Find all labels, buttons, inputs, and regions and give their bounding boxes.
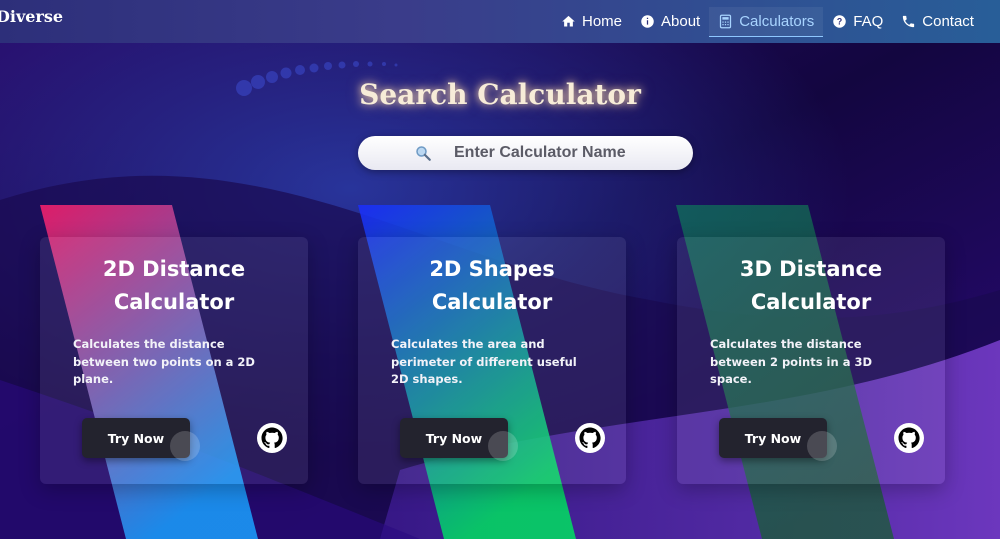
github-link[interactable]	[894, 423, 924, 453]
github-link[interactable]	[575, 423, 605, 453]
phone-icon	[903, 15, 915, 28]
nav-item-contact[interactable]: Contact	[892, 7, 983, 37]
nav-label: Calculators	[739, 12, 815, 30]
github-icon	[261, 427, 283, 449]
github-link[interactable]	[257, 423, 287, 453]
search-icon	[416, 146, 431, 161]
nav-label: Contact	[922, 13, 974, 30]
card-2d-shapes: 2D Shapes Calculator Calculates the area…	[358, 237, 626, 484]
nav-label: About	[661, 13, 701, 30]
try-now-button[interactable]: Try Now	[82, 418, 200, 461]
button-ripple	[807, 431, 837, 461]
info-icon	[641, 15, 654, 28]
nav-menu: Home About Calculators ? FAQ Contact	[552, 0, 983, 43]
nav-item-faq[interactable]: ? FAQ	[823, 7, 892, 37]
card-description: Calculates the distance between two poin…	[73, 337, 255, 386]
try-now-button[interactable]: Try Now	[400, 418, 518, 461]
card-2d-distance: 2D Distance Calculator Calculates the di…	[40, 237, 308, 484]
card-title: 2D Shapes Calculator	[429, 257, 555, 314]
card-description: Calculates the distance between 2 points…	[710, 337, 872, 386]
nav-label: FAQ	[853, 13, 884, 30]
navbar: Diverse Home About Calculators ? FAQ Con…	[0, 0, 1000, 43]
card-title: 3D Distance Calculator	[739, 257, 883, 314]
button-ripple	[488, 431, 518, 461]
question-icon: ?	[833, 15, 846, 28]
nav-item-calculators[interactable]: Calculators	[709, 6, 824, 37]
nav-item-about[interactable]: About	[631, 7, 709, 37]
search-input[interactable]	[454, 136, 674, 170]
nav-label: Home	[582, 13, 623, 30]
search-bar[interactable]	[358, 136, 693, 170]
github-icon	[898, 427, 920, 449]
try-now-button[interactable]: Try Now	[719, 418, 837, 461]
card-description: Calculates the area and perimeter of dif…	[391, 337, 577, 386]
github-icon	[579, 427, 601, 449]
svg-text:?: ?	[837, 17, 842, 27]
home-icon	[562, 15, 575, 27]
button-label: Try Now	[744, 430, 802, 446]
page-title: Search Calculator	[359, 78, 641, 111]
calculator-icon	[720, 14, 732, 28]
card-3d-distance: 3D Distance Calculator Calculates the di…	[677, 237, 945, 484]
button-ripple	[170, 431, 200, 461]
button-label: Try Now	[107, 430, 165, 446]
brand-logo[interactable]: Diverse	[0, 7, 63, 26]
nav-item-home[interactable]: Home	[552, 7, 631, 37]
card-title: 2D Distance Calculator	[102, 257, 246, 314]
button-label: Try Now	[425, 430, 483, 446]
